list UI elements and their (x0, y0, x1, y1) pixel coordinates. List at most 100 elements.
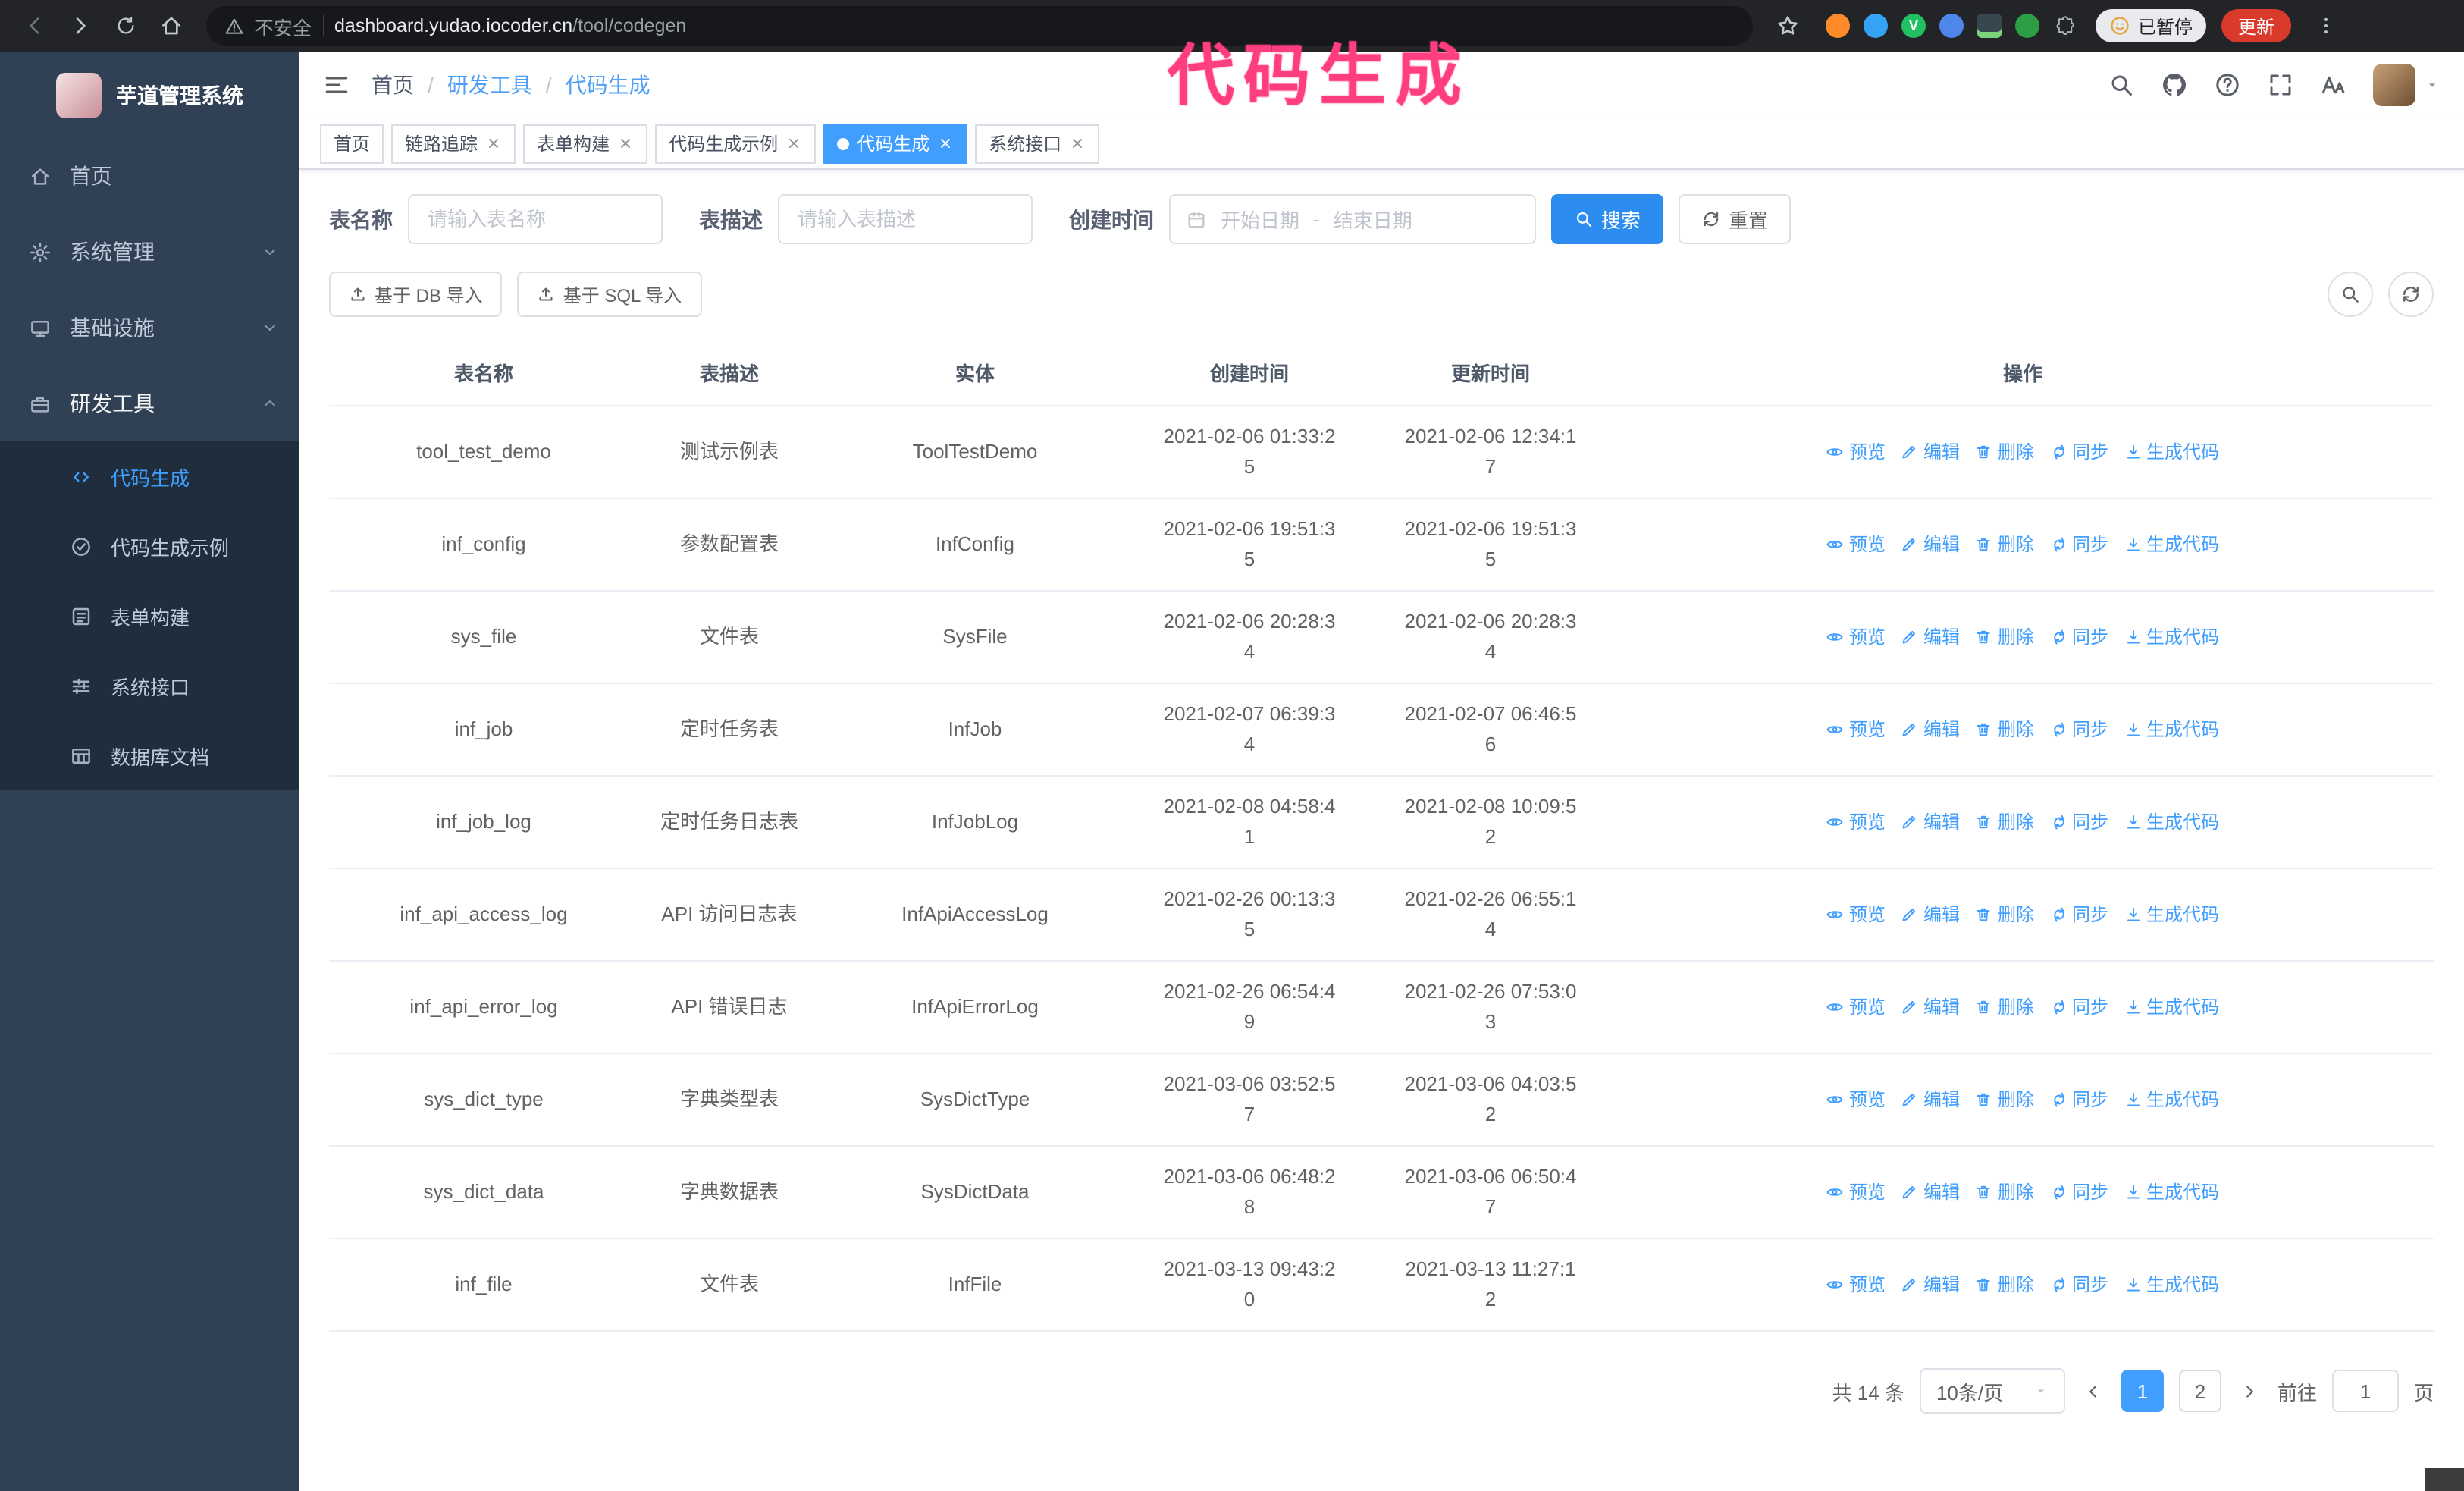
prev-page-button[interactable] (2080, 1381, 2106, 1401)
user-menu[interactable] (2373, 64, 2440, 106)
tab-form-builder[interactable]: 表单构建 (523, 124, 648, 163)
breadcrumb-dev-tools[interactable]: 研发工具 (447, 70, 532, 100)
sync-link[interactable]: 同步 (2049, 1270, 2108, 1300)
sidebar-item-system-api[interactable]: 系统接口 (0, 651, 299, 720)
tab-home[interactable]: 首页 (320, 124, 384, 163)
fullscreen-icon[interactable] (2267, 71, 2294, 99)
preview-link[interactable]: 预览 (1826, 1270, 1886, 1300)
delete-link[interactable]: 删除 (1975, 622, 2034, 652)
close-icon[interactable] (617, 135, 634, 152)
generate-code-link[interactable]: 生成代码 (2124, 992, 2219, 1022)
preview-link[interactable]: 预览 (1826, 622, 1886, 652)
address-bar[interactable]: 不安全 dashboard.yudao.iocoder.cn/tool/code… (206, 6, 1753, 46)
extension-icon-leaf[interactable] (2015, 14, 2039, 38)
sync-link[interactable]: 同步 (2049, 807, 2108, 837)
help-icon[interactable] (2214, 71, 2241, 99)
edit-link[interactable]: 编辑 (1901, 992, 1960, 1022)
generate-code-link[interactable]: 生成代码 (2124, 529, 2219, 560)
preview-link[interactable]: 预览 (1826, 807, 1886, 837)
generate-code-link[interactable]: 生成代码 (2124, 1270, 2219, 1300)
search-icon[interactable] (2108, 71, 2135, 99)
extension-icon-blue[interactable] (1864, 14, 1888, 38)
tab-trace[interactable]: 链路追踪 (391, 124, 516, 163)
sync-link[interactable]: 同步 (2049, 437, 2108, 467)
page-size-select[interactable]: 10条/页 (1919, 1368, 2065, 1414)
import-sql-button[interactable]: 基于 SQL 导入 (517, 272, 702, 317)
next-page-button[interactable] (2237, 1381, 2262, 1401)
sidebar-item-code-generation-example[interactable]: 代码生成示例 (0, 511, 299, 581)
sidebar-item-database-docs[interactable]: 数据库文档 (0, 720, 299, 790)
edit-link[interactable]: 编辑 (1901, 622, 1960, 652)
table-desc-input[interactable] (778, 194, 1033, 244)
edit-link[interactable]: 编辑 (1901, 1177, 1960, 1207)
generate-code-link[interactable]: 生成代码 (2124, 1085, 2219, 1115)
edit-link[interactable]: 编辑 (1901, 807, 1960, 837)
toggle-search-button[interactable] (2328, 272, 2373, 317)
edit-link[interactable]: 编辑 (1901, 1270, 1960, 1300)
extension-icon-green-check[interactable]: V (1901, 14, 1926, 38)
date-range-picker[interactable]: 开始日期 - 结束日期 (1169, 194, 1536, 244)
table-name-input[interactable] (408, 194, 663, 244)
generate-code-link[interactable]: 生成代码 (2124, 622, 2219, 652)
extension-icon-people[interactable] (1939, 14, 1964, 38)
sidebar-toggle-button[interactable] (323, 71, 350, 99)
generate-code-link[interactable]: 生成代码 (2124, 899, 2219, 930)
sidebar-item-infrastructure[interactable]: 基础设施 (0, 290, 299, 366)
close-icon[interactable] (937, 135, 954, 152)
sidebar-item-form-builder[interactable]: 表单构建 (0, 581, 299, 651)
close-icon[interactable] (1069, 135, 1086, 152)
reset-button[interactable]: 重置 (1679, 194, 1792, 244)
goto-page-input[interactable] (2331, 1370, 2399, 1412)
edit-link[interactable]: 编辑 (1901, 529, 1960, 560)
close-icon[interactable] (485, 135, 502, 152)
browser-home-button[interactable] (152, 6, 191, 46)
page-button-2[interactable]: 2 (2178, 1370, 2221, 1412)
delete-link[interactable]: 删除 (1975, 1177, 2034, 1207)
sync-link[interactable]: 同步 (2049, 714, 2108, 745)
delete-link[interactable]: 删除 (1975, 899, 2034, 930)
preview-link[interactable]: 预览 (1826, 529, 1886, 560)
delete-link[interactable]: 删除 (1975, 992, 2034, 1022)
page-button-1[interactable]: 1 (2121, 1370, 2164, 1412)
browser-forward-button[interactable] (61, 6, 100, 46)
edit-link[interactable]: 编辑 (1901, 437, 1960, 467)
generate-code-link[interactable]: 生成代码 (2124, 1177, 2219, 1207)
delete-link[interactable]: 删除 (1975, 437, 2034, 467)
search-button[interactable]: 搜索 (1551, 194, 1664, 244)
delete-link[interactable]: 删除 (1975, 1270, 2034, 1300)
sidebar-item-dev-tools[interactable]: 研发工具 (0, 366, 299, 441)
sync-link[interactable]: 同步 (2049, 1177, 2108, 1207)
edit-link[interactable]: 编辑 (1901, 899, 1960, 930)
browser-reload-button[interactable] (106, 6, 146, 46)
update-button[interactable]: 更新 (2221, 9, 2292, 42)
preview-link[interactable]: 预览 (1826, 1177, 1886, 1207)
font-size-icon[interactable] (2320, 71, 2347, 99)
preview-link[interactable]: 预览 (1826, 437, 1886, 467)
edit-link[interactable]: 编辑 (1901, 1085, 1960, 1115)
close-icon[interactable] (785, 135, 802, 152)
preview-link[interactable]: 预览 (1826, 899, 1886, 930)
paused-badge[interactable]: 已暂停 (2096, 9, 2207, 42)
browser-back-button[interactable] (15, 6, 55, 46)
sidebar-item-system-management[interactable]: 系统管理 (0, 214, 299, 290)
tab-system-api[interactable]: 系统接口 (975, 124, 1100, 163)
github-icon[interactable] (2161, 71, 2188, 99)
sidebar-item-code-generation[interactable]: 代码生成 (0, 441, 299, 511)
generate-code-link[interactable]: 生成代码 (2124, 807, 2219, 837)
generate-code-link[interactable]: 生成代码 (2124, 714, 2219, 745)
preview-link[interactable]: 预览 (1826, 1085, 1886, 1115)
sync-link[interactable]: 同步 (2049, 899, 2108, 930)
tab-code-generation[interactable]: 代码生成 (823, 124, 968, 163)
generate-code-link[interactable]: 生成代码 (2124, 437, 2219, 467)
tab-code-gen-example[interactable]: 代码生成示例 (655, 124, 817, 163)
sync-link[interactable]: 同步 (2049, 992, 2108, 1022)
breadcrumb-home[interactable]: 首页 (371, 70, 414, 100)
puzzle-extensions-icon[interactable] (2053, 14, 2077, 38)
browser-menu-icon[interactable] (2306, 6, 2346, 46)
delete-link[interactable]: 删除 (1975, 529, 2034, 560)
delete-link[interactable]: 删除 (1975, 807, 2034, 837)
preview-link[interactable]: 预览 (1826, 992, 1886, 1022)
delete-link[interactable]: 删除 (1975, 1085, 2034, 1115)
refresh-table-button[interactable] (2388, 272, 2434, 317)
extension-icon-orange[interactable] (1826, 14, 1850, 38)
